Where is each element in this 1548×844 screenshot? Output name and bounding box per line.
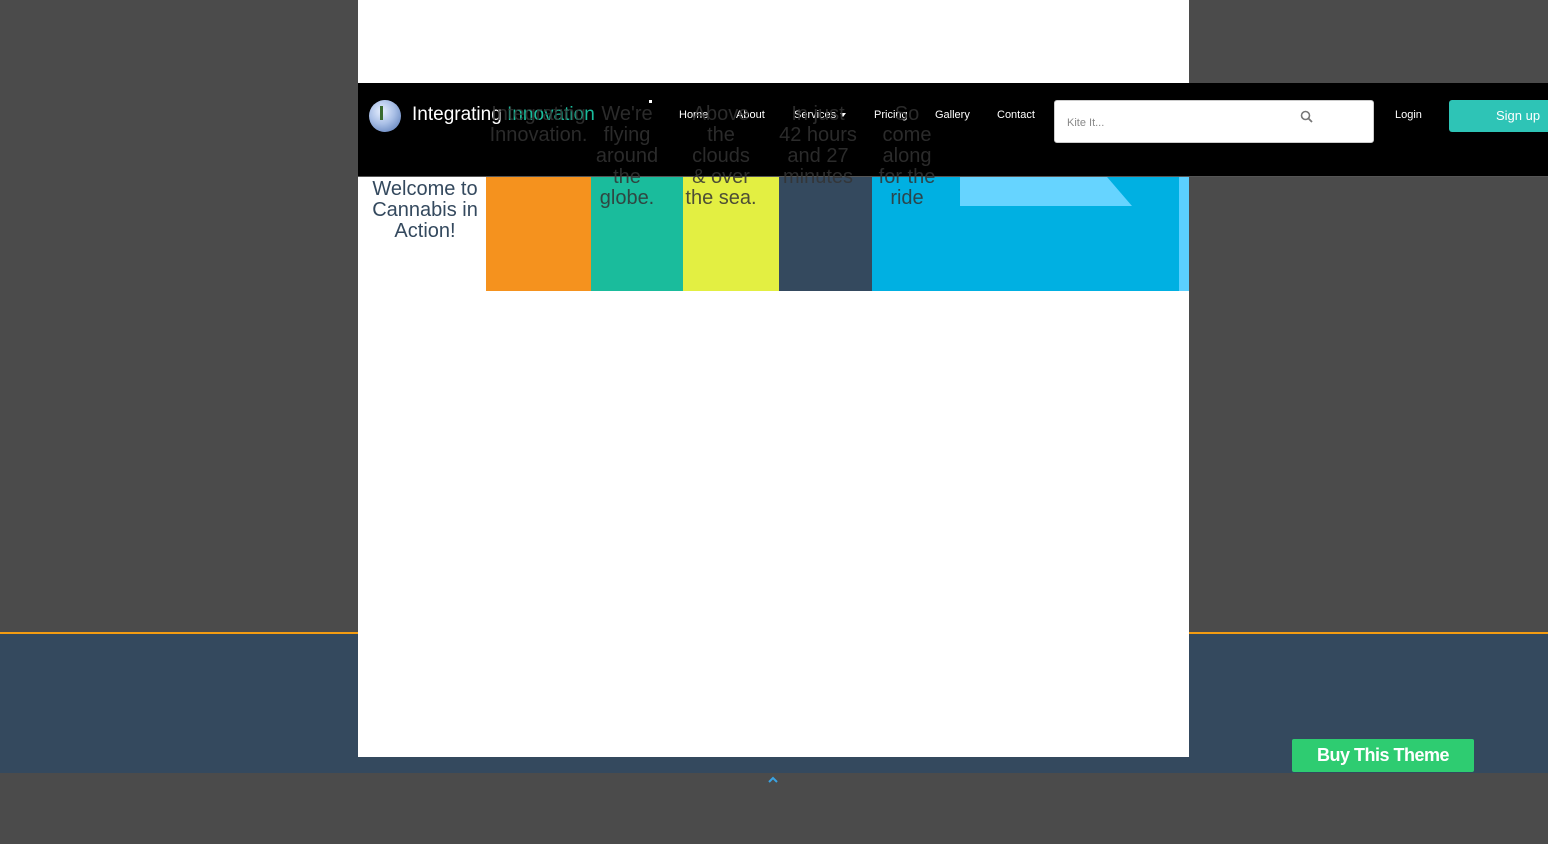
logo-icon[interactable]	[369, 100, 401, 132]
hero-block-navy	[779, 176, 872, 291]
hero-light-shape	[960, 176, 1132, 206]
buy-theme-button[interactable]: Buy This Theme	[1292, 739, 1474, 772]
search-icon[interactable]	[1299, 109, 1315, 125]
nav-item-contact[interactable]: Contact	[997, 109, 1035, 121]
hero-block-text-3: Above the clouds & over the sea.	[685, 103, 757, 209]
login-link[interactable]: Login	[1395, 109, 1422, 121]
signup-button[interactable]: Sign up	[1449, 100, 1548, 132]
decorative-dot	[649, 100, 652, 103]
chevron-up-icon[interactable]	[767, 775, 779, 785]
search-input[interactable]	[1065, 113, 1289, 133]
hero-block-text-2: We're flying around the globe.	[595, 103, 659, 209]
hero-light-strip	[1179, 176, 1189, 291]
welcome-heading: Welcome to Cannabis in Action!	[372, 178, 478, 242]
hero-block-orange	[486, 176, 591, 291]
hero-block-text-5: So come along for the ride	[878, 103, 936, 209]
signup-label: Sign up	[1496, 108, 1541, 123]
search-box	[1054, 100, 1374, 143]
hero-block-text-4: In just 42 hours and 27 minutes	[779, 103, 857, 188]
hero-block-text-1: Integrating Innovation.	[489, 103, 588, 146]
